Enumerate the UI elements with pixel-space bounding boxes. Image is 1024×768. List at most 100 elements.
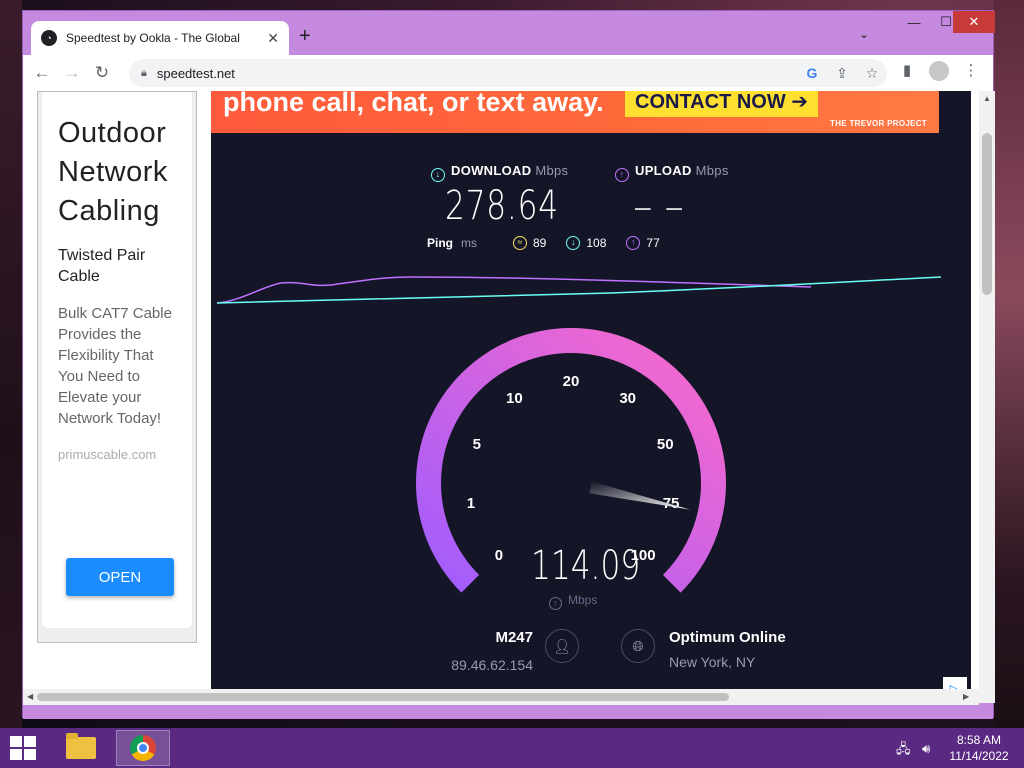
ad-body-line: Network Today!	[58, 410, 162, 427]
file-explorer-icon[interactable]	[54, 730, 108, 766]
ad-title-line: Cabling	[58, 195, 160, 227]
gauge-tick-label: 50	[657, 436, 674, 453]
banner-text: phone call, chat, or text away.	[223, 91, 604, 117]
speedtest-favicon-icon: ◔	[41, 30, 57, 46]
system-clock[interactable]: 8:58 AM 11/14/2022	[944, 732, 1014, 764]
windows-start-icon[interactable]	[10, 736, 36, 760]
download-value: 278.64	[445, 183, 559, 229]
tray-icons: 🖧︎ 🔊︎	[896, 740, 930, 762]
gauge-unit-text: Mbps	[568, 593, 598, 607]
upload-value: – –	[635, 191, 686, 222]
ad-body-line: Provides the	[58, 326, 142, 343]
reload-icon[interactable]: ↻	[87, 63, 117, 83]
lock-icon[interactable]: 🔒︎	[141, 67, 147, 80]
ad-body-line: You Need to	[58, 368, 141, 385]
download-header: ↓ DOWNLOAD Mbps	[431, 163, 568, 182]
upload-history-line	[216, 276, 812, 304]
gauge-tick-label: 5	[473, 436, 481, 453]
gauge-tick-label: 1	[467, 495, 475, 512]
browser-toolbar: ← → ↻ 🔒︎ speedtest.net G ⇪ ☆ ▮ ⋮	[23, 55, 993, 91]
volume-icon[interactable]: 🔊︎	[922, 741, 930, 756]
download-arrow-icon: ↓	[431, 168, 445, 182]
ping-jitter-icon: ≈	[513, 236, 527, 250]
back-arrow-icon[interactable]: ←	[27, 63, 57, 83]
page-viewport: Outdoor Network Cabling Twisted Pair Cab…	[23, 91, 979, 689]
share-icon[interactable]: ⇪	[827, 65, 857, 82]
ping-row: Ping ms ≈ 89 ↓ 108 ↑ 77	[427, 236, 680, 250]
server-host: M247	[495, 629, 533, 646]
ping-idle: ≈ 89	[513, 236, 546, 250]
isp-info[interactable]: Optimum Online New York, NY	[669, 629, 786, 670]
horizontal-scrollbar[interactable]: ◀ ▶	[23, 689, 979, 705]
gauge-tick-label: 10	[506, 390, 523, 407]
gauge-tick-label: 30	[619, 390, 636, 407]
globe-icon[interactable]: 🌐︎	[621, 629, 655, 663]
clock-time: 8:58 AM	[956, 733, 1002, 747]
ping-unit: ms	[461, 236, 477, 250]
horizontal-scroll-thumb[interactable]	[37, 693, 729, 701]
gauge-unit: ↑ Mbps	[549, 593, 597, 610]
ad-subtitle-line: Twisted Pair	[58, 247, 146, 264]
download-unit: Mbps	[535, 163, 569, 178]
speed-history-graph	[216, 276, 942, 304]
google-lens-icon[interactable]: G	[797, 65, 827, 81]
tab-search-chevron-icon[interactable]: ⌄	[859, 27, 869, 41]
side-panel-icon[interactable]: ▮	[891, 61, 923, 85]
ad-title: Outdoor Network Cabling	[58, 114, 192, 231]
menu-kebab-icon[interactable]: ⋮	[955, 61, 987, 85]
window-frame-bottom	[23, 705, 993, 719]
bookmark-star-icon[interactable]: ☆	[857, 65, 887, 82]
gauge-upload-icon: ↑	[549, 597, 562, 610]
tab-close-icon[interactable]: ✕	[267, 30, 279, 47]
speedtest-panel: phone call, chat, or text away. CONTACT …	[211, 91, 971, 689]
tab-title: Speedtest by Ookla - The Global	[66, 31, 240, 45]
ad-frame: Outdoor Network Cabling Twisted Pair Cab…	[37, 91, 197, 643]
server-ip-info: 89.46.62.154	[431, 657, 533, 673]
upload-arrow-icon: ↑	[615, 168, 629, 182]
ad-open-button[interactable]: OPEN	[66, 558, 174, 596]
ad-title-line: Network	[58, 156, 168, 188]
close-window-button[interactable]: ✕	[953, 11, 995, 33]
new-tab-button[interactable]: +	[299, 25, 311, 47]
ad-subtitle: Twisted Pair Cable	[58, 245, 192, 287]
ping-download-icon: ↓	[566, 236, 581, 250]
adchoices-icon[interactable]: ▷	[943, 677, 967, 689]
chrome-taskbar-icon[interactable]	[116, 730, 170, 766]
isp-name: Optimum Online	[669, 629, 786, 646]
taskbar: 🖧︎ 🔊︎ 8:58 AM 11/14/2022	[0, 728, 1024, 768]
tab-strip: ◔ Speedtest by Ookla - The Global ✕ + ⌄ …	[23, 11, 995, 55]
ad-title-line: Outdoor	[58, 117, 167, 149]
network-icon[interactable]: 🖧︎	[896, 741, 911, 756]
ad-body-line: Flexibility That	[58, 347, 154, 364]
scroll-left-icon[interactable]: ◀	[27, 689, 33, 705]
upload-label: UPLOAD	[635, 163, 692, 178]
server-host-info: M247	[467, 629, 533, 646]
browser-window: ◔ Speedtest by Ookla - The Global ✕ + ⌄ …	[22, 10, 995, 719]
desktop-background-left	[0, 0, 22, 728]
left-ad-column: Outdoor Network Cabling Twisted Pair Cab…	[23, 91, 211, 689]
scroll-right-icon[interactable]: ▶	[963, 689, 969, 705]
profile-avatar[interactable]	[923, 61, 955, 85]
ping-upload-value: 77	[646, 236, 660, 250]
address-bar[interactable]: 🔒︎ speedtest.net G ⇪ ☆	[129, 59, 887, 87]
minimize-button[interactable]: —	[897, 11, 931, 33]
download-label: DOWNLOAD	[451, 163, 532, 178]
ad-body-line: Elevate your	[58, 389, 142, 406]
isp-location: New York, NY	[669, 654, 756, 670]
url-text[interactable]: speedtest.net	[157, 66, 797, 81]
ping-upload: ↑ 77	[626, 236, 660, 250]
download-history-line	[216, 276, 942, 304]
ad-domain: primuscable.com	[58, 447, 157, 462]
desktop-background-right	[994, 0, 1024, 728]
contact-now-button[interactable]: CONTACT NOW ➔	[625, 91, 819, 117]
user-icon[interactable]: 👤︎	[545, 629, 579, 663]
scroll-up-icon[interactable]: ▲	[979, 91, 995, 107]
upload-header: ↑ UPLOAD Mbps	[615, 163, 729, 182]
tab-speedtest[interactable]: ◔ Speedtest by Ookla - The Global ✕	[31, 21, 289, 55]
clock-date: 11/14/2022	[949, 749, 1009, 763]
trevor-project-banner[interactable]: phone call, chat, or text away. CONTACT …	[211, 91, 939, 133]
forward-arrow-icon[interactable]: →	[57, 63, 87, 83]
ad-card[interactable]: Outdoor Network Cabling Twisted Pair Cab…	[42, 92, 192, 628]
vertical-scrollbar[interactable]: ▲	[979, 91, 995, 703]
vertical-scroll-thumb[interactable]	[982, 133, 992, 295]
